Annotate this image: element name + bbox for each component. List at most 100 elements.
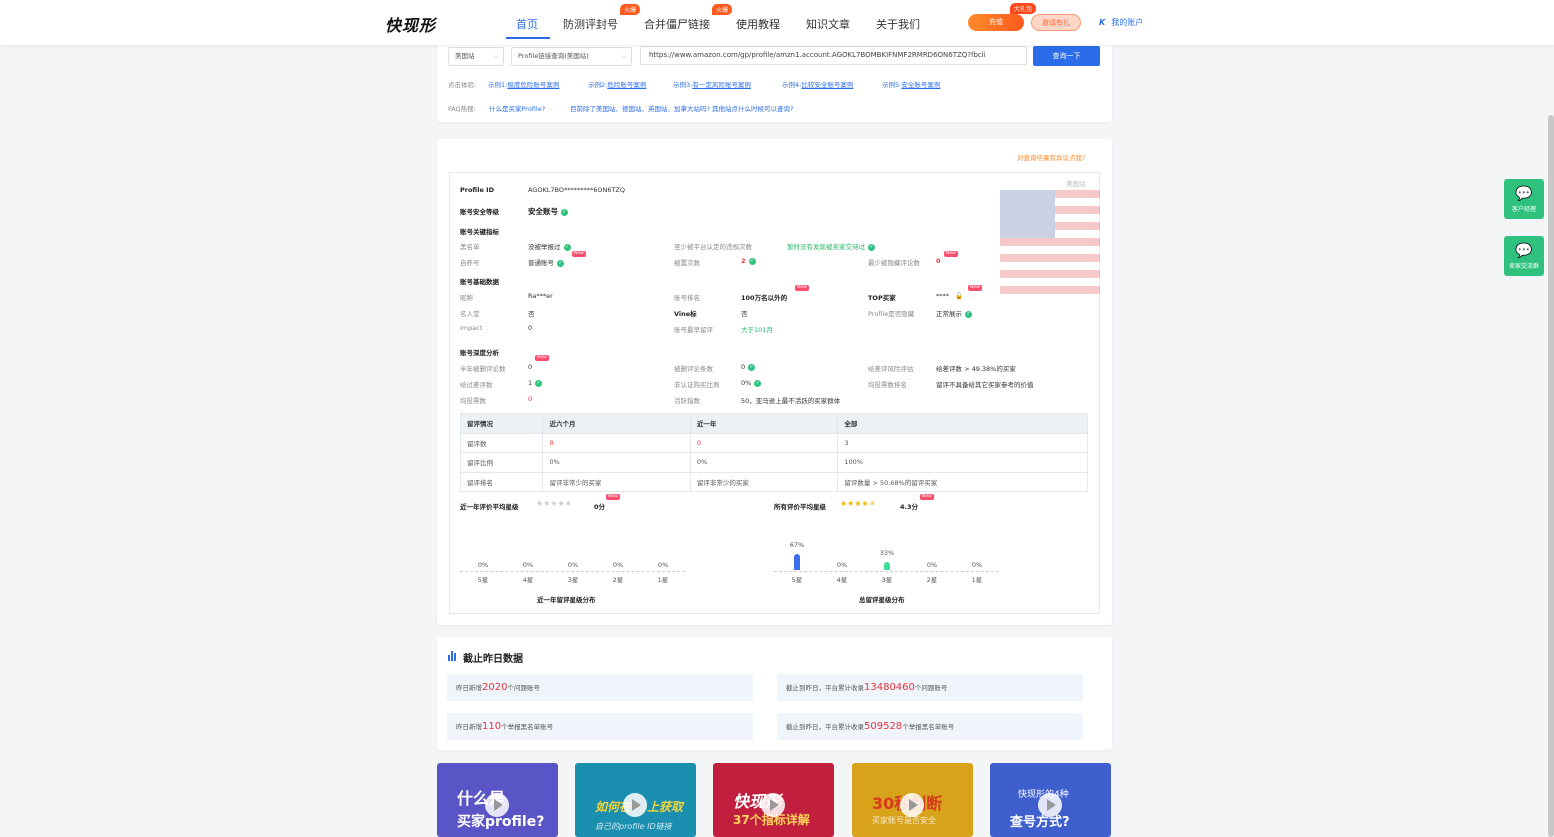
nick-value: Ra***er (528, 292, 553, 300)
check-icon: ✓ (754, 379, 762, 387)
chart-data-label: 0% (836, 561, 848, 569)
year-stars-icon: ★★★★★ (536, 499, 572, 508)
bad-label: 给过差评数 (460, 381, 493, 389)
chart-title-year: 近一年留评星级分布 (537, 596, 596, 604)
video-subtitle: 上获取 (647, 800, 684, 814)
example-prefix: 示例4: (782, 81, 802, 89)
account-label: 我的账户 (1111, 18, 1144, 27)
chart-data-label: 0% (657, 561, 669, 569)
video-card-4[interactable]: 30秒判断 买家账号是否安全 (852, 763, 973, 837)
page-scrollbar[interactable] (1548, 115, 1554, 837)
faq-link-2[interactable]: 目前除了美国站、德国站、英国站、加拿大站吗? 其他站点什么时候可以查询? (570, 103, 793, 113)
deleted-label: 被置次数 (674, 259, 700, 267)
table-cell: 100% (837, 452, 1088, 473)
table-header: 近六个月 (542, 413, 691, 434)
nav-about[interactable]: 关于我们 (876, 16, 920, 32)
video-card-3[interactable]: 快现形 37个指标详解 (713, 763, 834, 837)
blacklist-value: 没被举报过 ✓ (528, 241, 571, 251)
key-metrics-title: 账号关键指标 (460, 228, 499, 236)
profile-url-input[interactable]: https://www.amazon.com/gp/profile/amzn1.… (640, 46, 1027, 65)
video-card-1[interactable]: 什么是 买家profile? (437, 763, 558, 837)
recharge-button[interactable]: 充值 (968, 14, 1024, 31)
chart-axis-line (774, 571, 999, 572)
top-label: TOP买家 (868, 294, 896, 302)
blacklist-label: 黑名单 (460, 243, 480, 251)
level-value: 安全账号 ✓ (528, 206, 568, 217)
table-cell: 0 (542, 432, 691, 453)
faq-link-1[interactable]: 什么是买家Profile? (489, 103, 545, 113)
nav-tutorial[interactable]: 使用教程 (736, 16, 780, 32)
video-card-5[interactable]: 快现形的4种 查号方式? (990, 763, 1111, 837)
check-icon: ✓ (557, 259, 564, 267)
seller-group-button[interactable]: 💬 卖家交流群 (1504, 236, 1544, 276)
chart-tick-label: 4星 (836, 576, 848, 584)
violation-label: 至少被平台认定的违规次数 (674, 243, 752, 251)
table-cell: 留评比例 (459, 452, 544, 473)
hidden-value: 0 (936, 257, 941, 265)
example-link-1[interactable]: 示例1:极度危险账号案例 (488, 79, 559, 89)
stat-post: 个举报黑名单账号 (501, 723, 554, 731)
objection-link[interactable]: 对查询结果有异议点我? (1017, 152, 1085, 162)
chart-tick-label: 5星 (791, 576, 803, 584)
half-value: 0 (528, 363, 533, 371)
self-value: 普通账号 ✓ (528, 257, 564, 267)
play-icon[interactable] (485, 793, 509, 817)
table-header-row: 留评情况 近六个月 近一年 全部 (459, 413, 1088, 434)
review-table: 留评情况 近六个月 近一年 全部 留评数 0 0 3 留评比例 0% 0% 10… (459, 413, 1088, 492)
nav-anti-ban[interactable]: 防测评封号 (563, 16, 618, 32)
play-icon[interactable] (900, 793, 924, 817)
nav-articles[interactable]: 知识文章 (806, 16, 850, 32)
profile-id-label: Profile ID (460, 186, 494, 194)
stat-total-problem: 截止到昨日，平台累计收录13480460个问题账号 (777, 674, 1083, 701)
nav-active-indicator (506, 37, 550, 39)
query-button[interactable]: 查询一下 (1033, 46, 1100, 66)
play-icon[interactable] (623, 793, 647, 817)
play-icon[interactable] (1038, 793, 1062, 817)
stat-number: 2020 (482, 682, 508, 693)
check-icon: ✓ (748, 363, 756, 371)
stat-new-problem: 昨日新增2020个问题账号 (447, 674, 753, 701)
stat-post: 个举报黑名单账号 (902, 723, 955, 731)
new-badge: New (795, 285, 809, 291)
chart-tick-label: 3星 (881, 576, 893, 584)
side-label: 客户经理 (1511, 206, 1536, 213)
site-select[interactable]: 美国站 ⌵ (448, 47, 504, 66)
all-stars-icon: ★★★★★ (840, 499, 876, 508)
example-text: 有一定风险账号案例 (692, 81, 751, 89)
table-cell: 留评数量 > 50.68%的留评买家 (837, 471, 1088, 492)
stat-post: 个问题账号 (507, 684, 540, 692)
nav-home[interactable]: 首页 (516, 16, 538, 32)
active-value: 50，亚马逊上最不活跃的买家群体 (741, 397, 841, 405)
risk-value: 给差评数 > 49.38%的买家 (936, 365, 1016, 373)
wechat-icon: 💬 (1515, 186, 1533, 202)
example-prefix: 示例1: (488, 81, 508, 89)
example-text: 极度危险账号案例 (507, 81, 560, 89)
deep-analysis-title: 账号深度分析 (460, 349, 499, 357)
chart-bar (794, 553, 800, 570)
play-icon[interactable] (761, 793, 785, 817)
site-tag: 美国站 (1066, 180, 1086, 188)
lock-icon[interactable]: 🔓 (955, 292, 963, 300)
example-link-4[interactable]: 示例4:比较安全账号案例 (782, 79, 853, 89)
new-badge: New (535, 355, 549, 361)
table-cell: 留评非常少的买家 (689, 471, 839, 492)
chart-tick-label: 5星 (477, 576, 489, 584)
customer-manager-button[interactable]: 💬 客户经理 (1504, 179, 1544, 219)
account-link[interactable]: K 我的账户 (1099, 17, 1143, 28)
hot-badge: 火爆 (712, 4, 733, 15)
site-logo[interactable]: 快现形 (385, 12, 436, 36)
bar-chart-icon (448, 651, 456, 661)
nick-label: 昵称 (460, 294, 473, 302)
avg-label: 均投票数 (460, 397, 486, 405)
new-badge: New (572, 251, 586, 257)
top-text: **** (936, 292, 949, 300)
impact-value: 0 (528, 324, 533, 332)
invite-button[interactable]: 邀请有礼 (1031, 14, 1081, 31)
video-card-2[interactable]: 如何在 上获取 自己的profile ID链接 (575, 763, 696, 837)
example-link-3[interactable]: 示例3:有一定风险账号案例 (673, 79, 751, 89)
example-link-2[interactable]: 示例2:危险账号案例 (588, 79, 646, 89)
nav-merge-links[interactable]: 合并僵尸链接 (644, 16, 710, 32)
mode-select[interactable]: Profile链接查询(美国站) ⌵ (511, 47, 632, 66)
example-link-5[interactable]: 示例5:安全账号案例 (882, 79, 940, 89)
impact-label: impact (460, 324, 483, 332)
